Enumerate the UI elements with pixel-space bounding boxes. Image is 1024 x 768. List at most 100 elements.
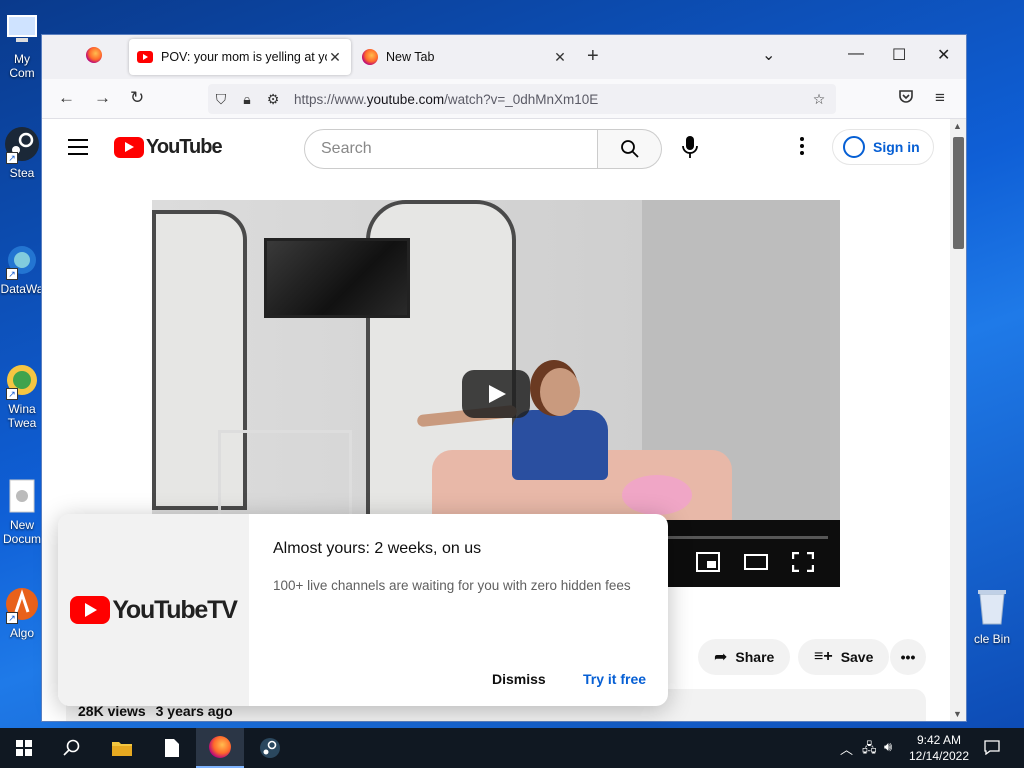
search-icon (620, 140, 639, 158)
youtube-tv-promo-dialog: YouTubeTV Almost yours: 2 weeks, on us 1… (58, 514, 668, 706)
guide-menu-icon[interactable] (68, 139, 88, 155)
save-button[interactable]: ≡+ Save (798, 639, 890, 675)
show-hidden-icons-icon[interactable]: ︿ (840, 739, 853, 758)
search-icon (63, 739, 80, 756)
folder-icon (112, 742, 132, 756)
sign-in-button[interactable]: Sign in (832, 129, 934, 165)
theater-mode-icon[interactable] (744, 552, 768, 577)
bookmark-star-icon[interactable]: ☆ (806, 91, 832, 108)
youtube-favicon-icon (137, 51, 153, 63)
settings-more-icon[interactable] (800, 137, 806, 158)
desktop-icon-label: Stea (9, 166, 35, 180)
desktop-icon-datawa[interactable]: ↗ DataWa (0, 242, 44, 296)
account-icon (843, 136, 865, 158)
youtube-logo[interactable]: YouTube (114, 136, 223, 159)
clock-date: 12/14/2022 (908, 749, 970, 763)
youtube-play-logo-icon (70, 596, 111, 624)
steam-icon: ↗ (4, 126, 40, 164)
desktop-icon-algo[interactable]: ↗ Algo (0, 586, 44, 640)
clock-time: 9:42 AM (916, 733, 962, 747)
scroll-up-icon[interactable]: ▲ (953, 121, 962, 131)
dismiss-button[interactable]: Dismiss (492, 671, 546, 687)
promo-subtitle: 100+ live channels are waiting for you w… (273, 578, 631, 593)
fullscreen-icon[interactable] (791, 551, 815, 577)
pocket-icon[interactable] (898, 88, 914, 109)
desktop-icon-label: My Com (9, 52, 35, 80)
back-arrow-icon[interactable]: ← (58, 88, 75, 108)
search-button[interactable] (598, 129, 662, 169)
document-icon (165, 739, 179, 757)
close-tab-icon[interactable]: ✕ (327, 49, 343, 66)
maximize-button[interactable]: ☐ (892, 45, 906, 65)
notifications-icon[interactable] (984, 739, 1000, 758)
tab-youtube[interactable]: POV: your mom is yelling at you ✕ (129, 39, 351, 75)
shield-icon[interactable]: ⛉ (208, 91, 234, 108)
tab-title: New Tab (386, 50, 435, 64)
system-clock[interactable]: 9:42 AM 12/14/2022 (904, 732, 974, 764)
firefox-icon (209, 736, 231, 758)
address-bar[interactable]: ⛉ 🔒︎ ⚙︎ https://www.youtube.com/watch?v=… (208, 84, 836, 114)
close-tab-icon[interactable]: ✕ (552, 49, 568, 66)
desktop-icon-recycle-bin[interactable]: cle Bin (962, 586, 1022, 646)
youtube-tv-logo: YouTubeTV (70, 596, 238, 625)
desktop-icon-label: New Docum (2, 518, 41, 546)
steam-icon (260, 738, 280, 758)
promo-logo-panel: YouTubeTV (58, 514, 249, 706)
more-actions-button[interactable]: ••• (890, 639, 926, 675)
share-icon: ➦ (714, 649, 728, 666)
firefox-favicon-icon (362, 49, 378, 65)
forward-arrow-icon[interactable]: → (94, 88, 111, 108)
file-explorer-button[interactable] (98, 728, 146, 768)
desktop-icon-label: Algo (9, 626, 35, 640)
tab-bar: POV: your mom is yelling at you ✕ New Ta… (42, 35, 966, 79)
large-play-button[interactable] (462, 370, 530, 418)
search-input[interactable]: Search (304, 129, 598, 169)
datawarehouse-icon: ↗ (4, 242, 40, 280)
firefox-icon (86, 47, 102, 63)
tab-new-tab[interactable]: New Tab ✕ (354, 39, 576, 75)
try-it-free-button[interactable]: Try it free (583, 671, 646, 687)
notepad-button[interactable] (148, 728, 196, 768)
volume-icon[interactable]: 🔊︎ (884, 739, 892, 755)
page-scrollbar[interactable]: ▲ ▼ (950, 119, 966, 721)
search-taskbar-button[interactable] (48, 728, 96, 768)
desktop-icon-label: cle Bin (973, 632, 1011, 646)
save-playlist-icon: ≡+ (814, 648, 833, 665)
desktop-icon-new-document[interactable]: New Docum (0, 478, 44, 546)
youtube-play-logo-icon (114, 137, 144, 158)
url-text: https://www.youtube.com/watch?v=_0dhMnXm… (294, 91, 599, 107)
desktop-icon-winaero[interactable]: ↗ Wina Twea (0, 362, 44, 430)
scroll-down-icon[interactable]: ▼ (953, 709, 962, 719)
computer-icon (4, 12, 40, 48)
winaero-tweaker-icon: ↗ (4, 362, 40, 400)
close-window-button[interactable]: ✕ (937, 45, 950, 65)
minimize-button[interactable]: — (848, 45, 864, 63)
recycle-bin-icon (974, 586, 1010, 626)
firefox-taskbar-button[interactable] (196, 728, 244, 768)
network-icon[interactable]: 🖧︎ (862, 739, 877, 761)
navigation-bar: ← → ↻ ⛉ 🔒︎ ⚙︎ https://www.youtube.com/wa… (42, 79, 966, 119)
permissions-icon[interactable]: ⚙︎ (260, 91, 286, 108)
firefox-view-button[interactable] (86, 47, 104, 65)
menu-icon[interactable]: ≡ (935, 88, 945, 108)
miniplayer-icon[interactable] (696, 552, 720, 577)
share-button[interactable]: ➦ Share (698, 639, 791, 675)
windows-logo-icon (16, 740, 32, 756)
desktop-icon-label: DataWa (0, 282, 44, 296)
start-button[interactable] (0, 728, 48, 768)
microphone-icon[interactable] (678, 135, 702, 163)
desktop-icon-steam[interactable]: ↗ Stea (0, 126, 44, 180)
promo-title: Almost yours: 2 weeks, on us (273, 540, 482, 557)
new-tab-button[interactable]: + (587, 45, 599, 68)
steam-taskbar-button[interactable] (246, 728, 294, 768)
reload-icon[interactable]: ↻ (130, 88, 144, 108)
list-all-tabs-icon[interactable]: ⌄ (762, 45, 775, 65)
desktop-icon-my-computer[interactable]: My Com (0, 12, 44, 80)
tv (264, 238, 410, 318)
tab-title: POV: your mom is yelling at you (161, 50, 327, 64)
document-icon (4, 478, 40, 514)
more-horizontal-icon: ••• (890, 639, 926, 675)
algo-icon: ↗ (4, 586, 40, 624)
scrollbar-thumb[interactable] (953, 137, 964, 249)
lock-icon[interactable]: 🔒︎ (234, 91, 260, 108)
